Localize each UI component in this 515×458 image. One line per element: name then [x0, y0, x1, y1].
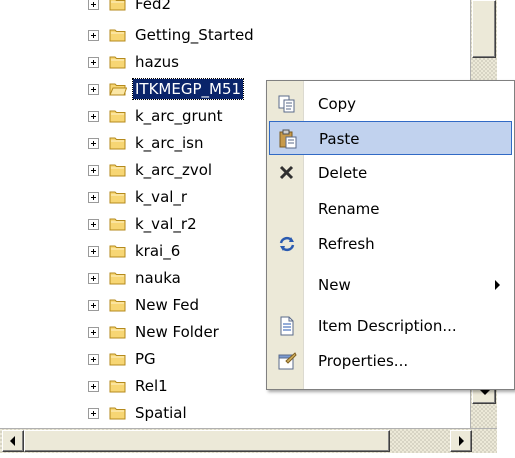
folder-icon: [109, 217, 127, 231]
tree-item-label: Getting_Started: [135, 26, 254, 44]
arrow-right-icon: [459, 436, 464, 446]
scrollbar-corner: [497, 428, 515, 458]
tree-item-getting-started[interactable]: Getting_Started: [88, 23, 256, 47]
tree-item-k-val-r2[interactable]: k_val_r2: [88, 212, 199, 236]
tree-item-k-val-r[interactable]: k_val_r: [88, 185, 189, 209]
menu-item-paste[interactable]: Paste: [269, 121, 512, 155]
tree-item-k-arc-zvol[interactable]: k_arc_zvol: [88, 158, 214, 182]
scroll-left-button[interactable]: [2, 430, 24, 452]
refresh-icon: [277, 234, 297, 254]
expand-plus-icon[interactable]: [88, 272, 99, 284]
folder-icon: [109, 28, 127, 42]
expand-plus-icon[interactable]: [88, 83, 99, 95]
tree-item-label: ITKMEGP_M51: [131, 78, 245, 100]
tree-item-label: k_arc_isn: [135, 134, 204, 152]
expand-plus-icon[interactable]: [88, 245, 99, 257]
item-description-icon: [277, 316, 297, 336]
tree-item-label: New Fed: [135, 296, 200, 314]
folder-icon: [109, 379, 127, 393]
horizontal-scrollbar[interactable]: [0, 428, 497, 453]
menu-item-label: Refresh: [318, 235, 375, 253]
tree-item-nauka[interactable]: nauka: [88, 266, 183, 290]
expand-plus-icon[interactable]: [88, 407, 99, 419]
tree-item-label: Fed2: [135, 0, 172, 13]
tree-item-label: hazus: [135, 53, 179, 71]
folder-icon: [109, 163, 127, 177]
folder-icon: [109, 55, 127, 69]
tree-item-krai-6[interactable]: krai_6: [88, 239, 182, 263]
expand-plus-icon[interactable]: [88, 137, 99, 149]
tree-item-label: krai_6: [135, 242, 181, 260]
expand-plus-icon[interactable]: [88, 380, 99, 392]
expand-plus-icon[interactable]: [88, 164, 99, 176]
menu-item-label: Copy: [318, 95, 357, 113]
menu-item-label: Paste: [319, 130, 360, 148]
expand-plus-icon[interactable]: [88, 326, 99, 338]
tree-item-label: k_val_r: [135, 188, 188, 206]
tree-item-label: New Folder: [135, 323, 219, 341]
tree-item-pg[interactable]: PG: [88, 347, 158, 371]
folder-icon: [109, 271, 127, 285]
menu-item-properties[interactable]: Properties...: [269, 344, 512, 378]
expand-plus-icon[interactable]: [88, 191, 99, 203]
folder-icon: [109, 325, 127, 339]
menu-item-rename[interactable]: Rename: [269, 192, 512, 226]
expand-plus-icon[interactable]: [88, 353, 99, 365]
open-folder-icon: [109, 82, 127, 96]
folder-icon: [109, 190, 127, 204]
tree-item-itkmegp-m51[interactable]: ITKMEGP_M51: [88, 77, 245, 101]
tree-item-rel1[interactable]: Rel1: [88, 374, 170, 398]
tree-item-label: nauka: [135, 269, 181, 287]
folder-icon: [109, 109, 127, 123]
tree-item-hazus[interactable]: hazus: [88, 50, 181, 74]
horizontal-scroll-thumb[interactable]: [24, 430, 390, 452]
arrow-left-icon: [10, 436, 15, 446]
expand-plus-icon[interactable]: [88, 56, 99, 68]
tree-item-k-arc-isn[interactable]: k_arc_isn: [88, 131, 205, 155]
menu-item-delete[interactable]: Delete: [269, 156, 512, 190]
submenu-arrow-icon: [495, 280, 500, 290]
tree-item-new-fed[interactable]: New Fed: [88, 293, 201, 317]
tree-item-label: Spatial: [135, 404, 187, 422]
folder-icon: [109, 244, 127, 258]
delete-icon: [277, 163, 297, 183]
menu-item-copy[interactable]: Copy: [269, 87, 512, 121]
menu-item-label: Rename: [318, 200, 380, 218]
tree-item-label: k_arc_grunt: [135, 107, 223, 125]
expand-plus-icon[interactable]: [88, 299, 99, 311]
scroll-right-button[interactable]: [450, 430, 472, 452]
folder-icon: [109, 352, 127, 366]
tree-item-label: k_arc_zvol: [135, 161, 213, 179]
tree-item-spatial[interactable]: Spatial: [88, 401, 189, 425]
menu-item-label: Properties...: [318, 352, 409, 370]
expand-plus-icon[interactable]: [88, 218, 99, 230]
folder-icon: [109, 136, 127, 150]
copy-icon: [277, 94, 297, 114]
folder-icon: [109, 0, 127, 11]
vertical-scroll-thumb[interactable]: [472, 0, 496, 58]
tree-item-label: Rel1: [135, 377, 168, 395]
tree-item-fed2[interactable]: Fed2: [88, 0, 173, 16]
tree-item-label: k_val_r2: [135, 215, 197, 233]
folder-icon: [109, 406, 127, 420]
context-menu: Copy Paste Delete Rename Refresh New Ite…: [266, 80, 515, 390]
properties-icon: [277, 351, 297, 371]
tree-item-label: PG: [135, 350, 156, 368]
menu-item-label: Item Description...: [318, 317, 457, 335]
tree-item-new-folder[interactable]: New Folder: [88, 320, 221, 344]
arrow-down-icon: [480, 390, 490, 395]
menu-item-label: Delete: [318, 164, 368, 182]
menu-item-label: New: [318, 276, 351, 294]
tree-item-k-arc-grunt[interactable]: k_arc_grunt: [88, 104, 225, 128]
expand-plus-icon[interactable]: [88, 110, 99, 122]
catalog-window: Fed2 Getting_Started hazus ITKMEGP_M51 k…: [0, 0, 515, 458]
menu-item-refresh[interactable]: Refresh: [269, 227, 512, 261]
menu-item-item-description[interactable]: Item Description...: [269, 309, 512, 343]
expand-plus-icon[interactable]: [88, 29, 99, 41]
menu-item-new[interactable]: New: [269, 268, 512, 302]
folder-icon: [109, 298, 127, 312]
expand-plus-icon[interactable]: [88, 0, 99, 10]
paste-icon: [278, 129, 298, 149]
